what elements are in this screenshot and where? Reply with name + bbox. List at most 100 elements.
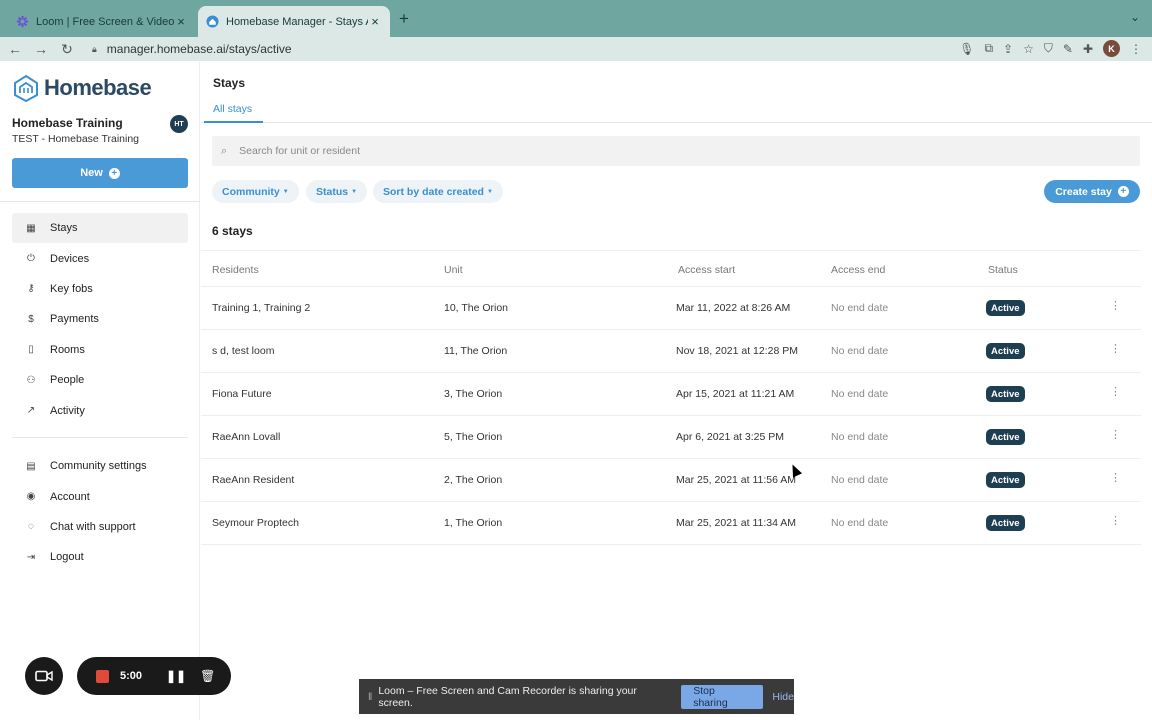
close-icon[interactable]: ×: [174, 14, 188, 29]
sort-dropdown[interactable]: Sort by date created ▼: [373, 180, 503, 203]
tab-homebase[interactable]: Homebase Manager - Stays Ac ×: [198, 6, 390, 37]
share-icon[interactable]: ⇪: [1003, 42, 1013, 56]
search-input[interactable]: ⌕ Search for unit or resident: [212, 136, 1140, 166]
column-header: Access end: [831, 264, 886, 276]
hide-button[interactable]: Hide: [772, 691, 794, 703]
door-icon: ▯: [28, 344, 34, 356]
table-row[interactable]: s d, test loom 11, The Orion Nov 18, 202…: [201, 330, 1141, 373]
address-bar[interactable]: 🔒︎ manager.homebase.ai/stays/active: [86, 37, 1016, 61]
reload-icon[interactable]: ↻: [56, 41, 78, 58]
unit-cell: 5, The Orion: [444, 431, 503, 443]
chevron-down-icon[interactable]: ⌄: [1130, 10, 1140, 24]
column-header: Residents: [212, 264, 259, 276]
column-header: Access start: [678, 264, 736, 276]
status-badge: Active: [986, 429, 1025, 445]
resident-cell: RaeAnn Lovall: [212, 431, 281, 443]
forward-icon[interactable]: →: [30, 41, 52, 57]
filter-status[interactable]: Status ▼: [306, 180, 368, 203]
tab-all-stays[interactable]: All stays: [213, 103, 252, 115]
browser-toolbar: ← → ↻ 🔒︎ manager.homebase.ai/stays/activ…: [0, 37, 1152, 61]
sidebar-item-key-fobs[interactable]: ⚷ Key fobs: [12, 274, 188, 304]
main-content: Stays All stays ⌕ Search for unit or res…: [201, 62, 1152, 720]
row-menu-icon[interactable]: ⋮: [1110, 385, 1121, 398]
access-start-cell: Mar 11, 2022 at 8:26 AM: [676, 302, 791, 314]
sidebar-item-rooms[interactable]: ▯ Rooms: [12, 335, 188, 365]
camera-toggle-button[interactable]: [25, 657, 63, 695]
sidebar-item-activity[interactable]: ↗ Activity: [12, 395, 188, 425]
org-info: Homebase Training TEST - Homebase Traini…: [12, 116, 139, 145]
pen-icon[interactable]: ✎: [1063, 42, 1073, 56]
tab-loom[interactable]: Loom | Free Screen & Video Re ×: [8, 6, 196, 37]
sidebar-item-chat-support[interactable]: ◌ Chat with support: [12, 512, 188, 542]
resident-cell: Training 1, Training 2: [212, 302, 311, 314]
homebase-logo[interactable]: Homebase: [12, 74, 152, 102]
sidebar-item-payments[interactable]: $ Payments: [12, 304, 188, 334]
sidebar-item-devices[interactable]: ⏻ Devices: [12, 243, 188, 273]
new-button-label: New: [80, 167, 103, 179]
video-camera-icon: [35, 670, 53, 682]
row-menu-icon[interactable]: ⋮: [1110, 471, 1121, 484]
screen-share-bar: ‖ Loom – Free Screen and Cam Recorder is…: [359, 679, 794, 714]
row-menu-icon[interactable]: ⋮: [1110, 514, 1121, 527]
divider: [201, 122, 1152, 123]
share-message: Loom – Free Screen and Cam Recorder is s…: [378, 684, 637, 709]
tab-underline: [204, 121, 263, 123]
status-badge: Active: [986, 300, 1025, 316]
table-row[interactable]: RaeAnn Lovall 5, The Orion Apr 6, 2021 a…: [201, 416, 1141, 459]
sidebar-item-logout[interactable]: ⇥ Logout: [12, 542, 188, 572]
user-avatar[interactable]: HT: [170, 115, 188, 133]
sidebar-item-people[interactable]: ⚇ People: [12, 365, 188, 395]
dollar-icon: $: [28, 313, 34, 325]
table-row[interactable]: Training 1, Training 2 10, The Orion Mar…: [201, 287, 1141, 330]
new-tab-icon[interactable]: +: [399, 9, 409, 29]
search-placeholder: Search for unit or resident: [239, 145, 360, 157]
sidebar-item-community-settings[interactable]: ▤ Community settings: [12, 451, 188, 481]
resident-cell: RaeAnn Resident: [212, 474, 295, 486]
kebab-menu-icon[interactable]: ⋮: [1130, 42, 1142, 56]
row-menu-icon[interactable]: ⋮: [1110, 342, 1121, 355]
create-stay-button[interactable]: Create stay +: [1044, 180, 1140, 203]
unit-cell: 10, The Orion: [444, 302, 509, 314]
shield-icon[interactable]: ⛉: [1044, 41, 1053, 56]
mic-icon[interactable]: 🎙︎: [959, 42, 974, 56]
back-icon[interactable]: ←: [4, 41, 26, 57]
close-icon[interactable]: ×: [368, 14, 382, 29]
trash-icon[interactable]: 🗑︎: [200, 669, 215, 683]
puzzle-icon[interactable]: ✚: [1083, 42, 1093, 56]
sidebar-item-label: People: [50, 374, 85, 387]
sidebar: Homebase Homebase Training TEST - Homeba…: [0, 62, 200, 720]
homebase-logo-icon: [14, 74, 38, 102]
sidebar-item-label: Rooms: [50, 343, 85, 356]
sidebar-item-account[interactable]: ◉ Account: [12, 481, 188, 511]
table-row[interactable]: Fiona Future 3, The Orion Apr 15, 2021 a…: [201, 373, 1141, 416]
table-header: Residents Unit Access start Access end S…: [201, 250, 1141, 287]
browser-tabstrip: Loom | Free Screen & Video Re × Homebase…: [0, 0, 1152, 37]
stop-recording-icon[interactable]: [96, 669, 109, 683]
sidebar-item-stays[interactable]: ▦ Stays: [12, 213, 188, 244]
access-start-cell: Nov 18, 2021 at 12:28 PM: [676, 345, 798, 357]
calendar-icon: ▦: [26, 222, 36, 234]
tab-title: Homebase Manager - Stays Ac: [226, 15, 368, 28]
logo-text: Homebase: [44, 75, 152, 100]
recording-controls: 5:00 ❚❚ 🗑︎: [77, 657, 231, 695]
filter-community[interactable]: Community ▼: [212, 180, 299, 203]
access-end-cell: No end date: [831, 388, 889, 400]
star-icon[interactable]: ☆: [1023, 42, 1034, 56]
access-end-cell: No end date: [831, 431, 889, 443]
user-circle-icon: ◉: [26, 491, 36, 503]
primary-menu: ▦ Stays ⏻ Devices ⚷ Key fobs $ Payments ▯ Roo…: [12, 213, 188, 426]
table-row[interactable]: RaeAnn Resident 2, The Orion Mar 25, 202…: [201, 459, 1141, 502]
cast-icon[interactable]: ⧉: [984, 41, 993, 56]
access-start-cell: Mar 25, 2021 at 11:56 AM: [676, 474, 797, 486]
profile-avatar[interactable]: K: [1103, 40, 1120, 57]
stop-sharing-button[interactable]: Stop sharing: [681, 684, 764, 709]
new-button[interactable]: New +: [12, 158, 188, 188]
column-header: Status: [988, 264, 1018, 276]
unit-cell: 2, The Orion: [444, 474, 503, 486]
row-menu-icon[interactable]: ⋮: [1110, 299, 1121, 312]
pause-icon[interactable]: ❚❚: [166, 669, 186, 683]
sidebar-item-label: Account: [50, 490, 90, 503]
table-row[interactable]: Seymour Proptech 1, The Orion Mar 25, 20…: [201, 502, 1141, 545]
homebase-icon: [206, 15, 219, 28]
row-menu-icon[interactable]: ⋮: [1110, 428, 1121, 441]
